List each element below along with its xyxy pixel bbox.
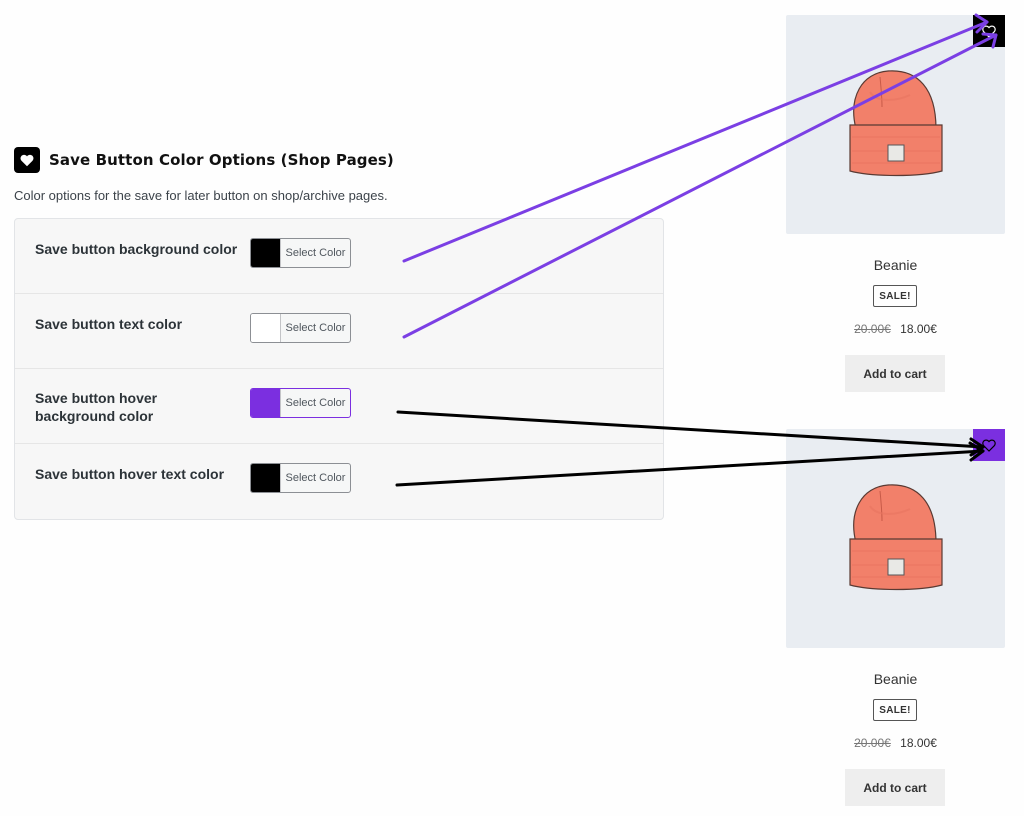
- setting-label: Save button hover background color: [35, 390, 158, 424]
- beanie-image: [849, 70, 943, 177]
- sale-badge: SALE!: [873, 285, 917, 307]
- setting-row-hover-background-color: Save button hover background color Selec…: [15, 369, 663, 444]
- background-color-picker[interactable]: Select Color: [250, 238, 351, 268]
- add-to-cart-button[interactable]: Add to cart: [845, 355, 945, 392]
- select-color-button[interactable]: Select Color: [281, 389, 350, 417]
- product-image[interactable]: [786, 15, 1005, 234]
- color-swatch[interactable]: [251, 464, 281, 492]
- price: 20.00€ 18.00€: [786, 322, 1005, 336]
- setting-label: Save button text color: [35, 316, 183, 332]
- section-title: Save Button Color Options (Shop Pages): [49, 151, 394, 169]
- select-color-button[interactable]: Select Color: [281, 239, 350, 267]
- section-header: Save Button Color Options (Shop Pages): [14, 147, 394, 173]
- select-color-button[interactable]: Select Color: [281, 314, 350, 342]
- setting-label: Save button hover text color: [35, 466, 225, 482]
- color-swatch[interactable]: [251, 314, 281, 342]
- price: 20.00€ 18.00€: [786, 736, 1005, 750]
- heart-outline-icon: [982, 439, 996, 452]
- save-for-later-button[interactable]: [973, 15, 1005, 47]
- hover-background-color-picker[interactable]: Select Color: [250, 388, 351, 418]
- old-price: 20.00€: [854, 322, 891, 336]
- save-for-later-button-hover[interactable]: [973, 429, 1005, 461]
- old-price: 20.00€: [854, 736, 891, 750]
- text-color-picker[interactable]: Select Color: [250, 313, 351, 343]
- new-price: 18.00€: [900, 736, 937, 750]
- setting-row-text-color: Save button text color Select Color: [15, 294, 663, 369]
- settings-table: Save button background color Select Colo…: [14, 218, 664, 520]
- setting-row-hover-text-color: Save button hover text color Select Colo…: [15, 444, 663, 519]
- setting-row-background-color: Save button background color Select Colo…: [15, 219, 663, 294]
- new-price: 18.00€: [900, 322, 937, 336]
- product-name[interactable]: Beanie: [786, 257, 1005, 273]
- product-image[interactable]: [786, 429, 1005, 648]
- setting-label: Save button background color: [35, 241, 238, 257]
- beanie-image: [849, 484, 943, 591]
- select-color-button[interactable]: Select Color: [281, 464, 350, 492]
- sale-badge: SALE!: [873, 699, 917, 721]
- color-swatch[interactable]: [251, 389, 281, 417]
- section-description: Color options for the save for later but…: [14, 188, 388, 203]
- color-swatch[interactable]: [251, 239, 281, 267]
- hover-text-color-picker[interactable]: Select Color: [250, 463, 351, 493]
- heart-outline-icon: [982, 25, 996, 38]
- heart-icon: [14, 147, 40, 173]
- product-name[interactable]: Beanie: [786, 671, 1005, 687]
- add-to-cart-button[interactable]: Add to cart: [845, 769, 945, 806]
